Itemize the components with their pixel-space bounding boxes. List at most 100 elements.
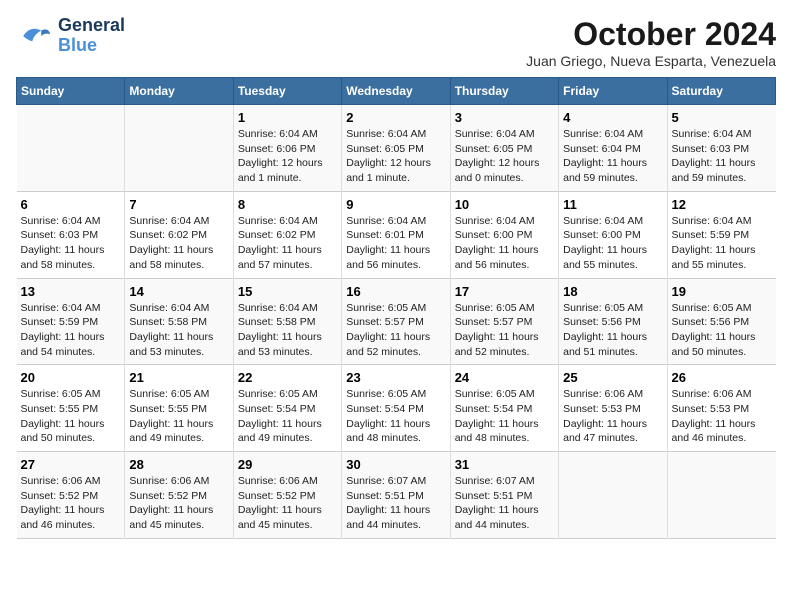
logo-bird-icon bbox=[16, 18, 52, 54]
day-number: 11 bbox=[563, 197, 662, 212]
day-number: 28 bbox=[129, 457, 228, 472]
calendar-week-row: 1Sunrise: 6:04 AM Sunset: 6:06 PM Daylig… bbox=[17, 105, 776, 192]
calendar-week-row: 6Sunrise: 6:04 AM Sunset: 6:03 PM Daylig… bbox=[17, 191, 776, 278]
calendar-cell bbox=[125, 105, 233, 192]
calendar-cell: 1Sunrise: 6:04 AM Sunset: 6:06 PM Daylig… bbox=[233, 105, 341, 192]
calendar-cell bbox=[17, 105, 125, 192]
day-number: 19 bbox=[672, 284, 772, 299]
day-info: Sunrise: 6:06 AM Sunset: 5:52 PM Dayligh… bbox=[129, 474, 228, 533]
day-info: Sunrise: 6:04 AM Sunset: 6:00 PM Dayligh… bbox=[563, 214, 662, 273]
page-title: October 2024 bbox=[526, 16, 776, 53]
column-header-sunday: Sunday bbox=[17, 78, 125, 105]
day-info: Sunrise: 6:05 AM Sunset: 5:54 PM Dayligh… bbox=[455, 387, 554, 446]
calendar-cell: 4 Sunrise: 6:04 AM Sunset: 6:04 PM Daylig… bbox=[559, 105, 667, 192]
calendar-cell: 3Sunrise: 6:04 AM Sunset: 6:05 PM Daylig… bbox=[450, 105, 558, 192]
day-number: 8 bbox=[238, 197, 337, 212]
calendar-cell: 21 Sunrise: 6:05 AM Sunset: 5:55 PM Dayli… bbox=[125, 365, 233, 452]
day-number: 29 bbox=[238, 457, 337, 472]
day-number: 9 bbox=[346, 197, 445, 212]
page-subtitle: Juan Griego, Nueva Esparta, Venezuela bbox=[526, 53, 776, 69]
calendar-cell: 8 Sunrise: 6:04 AM Sunset: 6:02 PM Daylig… bbox=[233, 191, 341, 278]
day-info: Sunrise: 6:04 AM Sunset: 6:05 PM Dayligh… bbox=[455, 127, 554, 186]
day-number: 12 bbox=[672, 197, 772, 212]
day-number: 5 bbox=[672, 110, 772, 125]
calendar-cell: 5 Sunrise: 6:04 AM Sunset: 6:03 PM Daylig… bbox=[667, 105, 775, 192]
calendar-cell: 17 Sunrise: 6:05 AM Sunset: 5:57 PM Dayli… bbox=[450, 278, 558, 365]
day-number: 14 bbox=[129, 284, 228, 299]
day-info: Sunrise: 6:04 AM Sunset: 5:58 PM Dayligh… bbox=[129, 301, 228, 360]
calendar-table: SundayMondayTuesdayWednesdayThursdayFrid… bbox=[16, 77, 776, 539]
column-header-wednesday: Wednesday bbox=[342, 78, 450, 105]
day-info: Sunrise: 6:06 AM Sunset: 5:52 PM Dayligh… bbox=[21, 474, 121, 533]
calendar-cell: 12 Sunrise: 6:04 AM Sunset: 5:59 PM Dayli… bbox=[667, 191, 775, 278]
day-number: 23 bbox=[346, 370, 445, 385]
day-number: 25 bbox=[563, 370, 662, 385]
calendar-cell: 15Sunrise: 6:04 AM Sunset: 5:58 PM Dayli… bbox=[233, 278, 341, 365]
column-header-monday: Monday bbox=[125, 78, 233, 105]
calendar-cell: 19 Sunrise: 6:05 AM Sunset: 5:56 PM Dayli… bbox=[667, 278, 775, 365]
day-info: Sunrise: 6:04 AM Sunset: 5:58 PM Dayligh… bbox=[238, 301, 337, 360]
calendar-cell: 18 Sunrise: 6:05 AM Sunset: 5:56 PM Dayli… bbox=[559, 278, 667, 365]
day-info: Sunrise: 6:04 AM Sunset: 6:04 PM Dayligh… bbox=[563, 127, 662, 186]
day-number: 21 bbox=[129, 370, 228, 385]
day-number: 20 bbox=[21, 370, 121, 385]
day-info: Sunrise: 6:04 AM Sunset: 6:03 PM Dayligh… bbox=[672, 127, 772, 186]
calendar-header-row: SundayMondayTuesdayWednesdayThursdayFrid… bbox=[17, 78, 776, 105]
day-number: 31 bbox=[455, 457, 554, 472]
day-number: 26 bbox=[672, 370, 772, 385]
day-info: Sunrise: 6:04 AM Sunset: 6:02 PM Dayligh… bbox=[238, 214, 337, 273]
day-info: Sunrise: 6:05 AM Sunset: 5:55 PM Dayligh… bbox=[21, 387, 121, 446]
day-info: Sunrise: 6:07 AM Sunset: 5:51 PM Dayligh… bbox=[455, 474, 554, 533]
day-info: Sunrise: 6:04 AM Sunset: 6:00 PM Dayligh… bbox=[455, 214, 554, 273]
calendar-cell: 11 Sunrise: 6:04 AM Sunset: 6:00 PM Dayli… bbox=[559, 191, 667, 278]
day-number: 6 bbox=[21, 197, 121, 212]
day-number: 16 bbox=[346, 284, 445, 299]
day-info: Sunrise: 6:04 AM Sunset: 6:02 PM Dayligh… bbox=[129, 214, 228, 273]
logo: General Blue bbox=[16, 16, 125, 56]
day-number: 17 bbox=[455, 284, 554, 299]
day-info: Sunrise: 6:05 AM Sunset: 5:56 PM Dayligh… bbox=[672, 301, 772, 360]
day-info: Sunrise: 6:04 AM Sunset: 5:59 PM Dayligh… bbox=[672, 214, 772, 273]
column-header-saturday: Saturday bbox=[667, 78, 775, 105]
page-header: General Blue October 2024 Juan Griego, N… bbox=[16, 16, 776, 69]
day-info: Sunrise: 6:04 AM Sunset: 5:59 PM Dayligh… bbox=[21, 301, 121, 360]
day-info: Sunrise: 6:06 AM Sunset: 5:53 PM Dayligh… bbox=[672, 387, 772, 446]
calendar-cell: 6Sunrise: 6:04 AM Sunset: 6:03 PM Daylig… bbox=[17, 191, 125, 278]
column-header-tuesday: Tuesday bbox=[233, 78, 341, 105]
day-number: 7 bbox=[129, 197, 228, 212]
day-number: 13 bbox=[21, 284, 121, 299]
day-info: Sunrise: 6:05 AM Sunset: 5:55 PM Dayligh… bbox=[129, 387, 228, 446]
calendar-week-row: 20 Sunrise: 6:05 AM Sunset: 5:55 PM Dayli… bbox=[17, 365, 776, 452]
day-info: Sunrise: 6:05 AM Sunset: 5:54 PM Dayligh… bbox=[346, 387, 445, 446]
day-info: Sunrise: 6:05 AM Sunset: 5:56 PM Dayligh… bbox=[563, 301, 662, 360]
calendar-cell: 27 Sunrise: 6:06 AM Sunset: 5:52 PM Dayli… bbox=[17, 452, 125, 539]
day-number: 1 bbox=[238, 110, 337, 125]
day-info: Sunrise: 6:05 AM Sunset: 5:57 PM Dayligh… bbox=[346, 301, 445, 360]
day-number: 27 bbox=[21, 457, 121, 472]
day-info: Sunrise: 6:06 AM Sunset: 5:52 PM Dayligh… bbox=[238, 474, 337, 533]
calendar-cell: 10 Sunrise: 6:04 AM Sunset: 6:00 PM Dayli… bbox=[450, 191, 558, 278]
day-info: Sunrise: 6:05 AM Sunset: 5:54 PM Dayligh… bbox=[238, 387, 337, 446]
column-header-friday: Friday bbox=[559, 78, 667, 105]
calendar-cell: 7 Sunrise: 6:04 AM Sunset: 6:02 PM Daylig… bbox=[125, 191, 233, 278]
day-number: 4 bbox=[563, 110, 662, 125]
calendar-cell: 24 Sunrise: 6:05 AM Sunset: 5:54 PM Dayli… bbox=[450, 365, 558, 452]
day-info: Sunrise: 6:05 AM Sunset: 5:57 PM Dayligh… bbox=[455, 301, 554, 360]
calendar-cell: 13 Sunrise: 6:04 AM Sunset: 5:59 PM Dayli… bbox=[17, 278, 125, 365]
day-number: 10 bbox=[455, 197, 554, 212]
calendar-cell: 29 Sunrise: 6:06 AM Sunset: 5:52 PM Dayli… bbox=[233, 452, 341, 539]
day-info: Sunrise: 6:04 AM Sunset: 6:01 PM Dayligh… bbox=[346, 214, 445, 273]
calendar-cell: 14 Sunrise: 6:04 AM Sunset: 5:58 PM Dayli… bbox=[125, 278, 233, 365]
calendar-cell: 16 Sunrise: 6:05 AM Sunset: 5:57 PM Dayli… bbox=[342, 278, 450, 365]
calendar-cell: 23 Sunrise: 6:05 AM Sunset: 5:54 PM Dayli… bbox=[342, 365, 450, 452]
day-info: Sunrise: 6:04 AM Sunset: 6:05 PM Dayligh… bbox=[346, 127, 445, 186]
calendar-week-row: 13 Sunrise: 6:04 AM Sunset: 5:59 PM Dayli… bbox=[17, 278, 776, 365]
calendar-cell: 31 Sunrise: 6:07 AM Sunset: 5:51 PM Dayli… bbox=[450, 452, 558, 539]
calendar-cell: 25 Sunrise: 6:06 AM Sunset: 5:53 PM Dayli… bbox=[559, 365, 667, 452]
day-number: 22 bbox=[238, 370, 337, 385]
day-number: 24 bbox=[455, 370, 554, 385]
day-number: 18 bbox=[563, 284, 662, 299]
calendar-cell: 20 Sunrise: 6:05 AM Sunset: 5:55 PM Dayli… bbox=[17, 365, 125, 452]
day-info: Sunrise: 6:06 AM Sunset: 5:53 PM Dayligh… bbox=[563, 387, 662, 446]
column-header-thursday: Thursday bbox=[450, 78, 558, 105]
